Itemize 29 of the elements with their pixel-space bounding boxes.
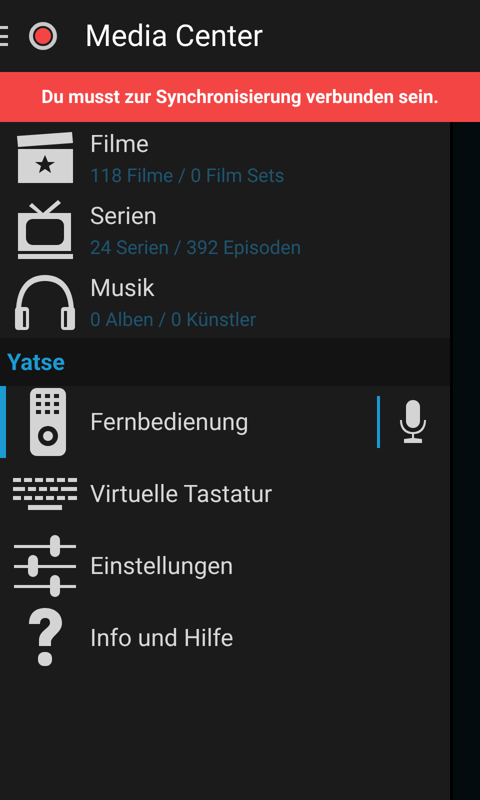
nav-item[interactable]: Einstellungen xyxy=(0,530,450,602)
item-label: Info und Hilfe xyxy=(90,624,234,652)
question-mark-icon xyxy=(27,608,63,668)
item-stats: 24 Serien / 392 Episoden xyxy=(90,236,302,258)
headphones-icon xyxy=(14,273,76,331)
item-label: Virtuelle Tastatur xyxy=(90,480,274,508)
item-label: Einstellungen xyxy=(90,552,234,580)
item-stats: 118 Filme / 0 Film Sets xyxy=(90,164,286,186)
microphone-icon xyxy=(398,400,428,444)
nav-item[interactable]: Virtuelle Tastatur xyxy=(0,458,450,530)
section-header: Yatse xyxy=(7,348,65,376)
item-label: Filme xyxy=(90,130,150,158)
app-title: Media Center xyxy=(85,18,263,54)
library-item[interactable]: Serien 24 Serien / 392 Episoden xyxy=(0,194,450,266)
item-label: Fernbedienung xyxy=(90,408,250,436)
library-item[interactable]: Musik 0 Alben / 0 Künstler xyxy=(0,266,450,338)
clapperboard-star-icon xyxy=(16,132,74,184)
tv-icon xyxy=(16,199,74,261)
sliders-icon xyxy=(14,535,76,597)
keyboard-icon xyxy=(13,478,77,510)
item-label: Musik xyxy=(90,274,156,302)
menu-icon[interactable] xyxy=(0,26,8,46)
nav-item[interactable]: Info und Hilfe xyxy=(0,602,450,674)
item-label: Serien xyxy=(90,202,158,230)
remote-control-icon xyxy=(30,388,66,456)
sync-warning-message: Du musst zur Synchronisierung verbunden sein. xyxy=(41,86,439,108)
item-stats: 0 Alben / 0 Künstler xyxy=(90,308,258,330)
app-logo-icon xyxy=(29,22,57,50)
library-item[interactable]: Filme 118 Filme / 0 Film Sets xyxy=(0,122,450,194)
